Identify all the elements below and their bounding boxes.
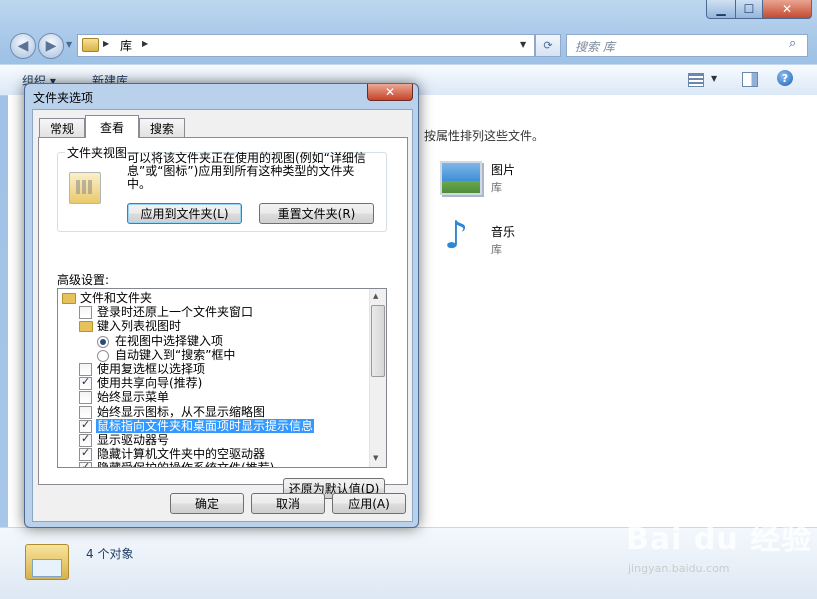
tree-item-label: 始终显示菜单 bbox=[97, 390, 170, 405]
preview-pane-icon[interactable] bbox=[742, 72, 758, 87]
dialog-title: 文件夹选项 bbox=[33, 91, 94, 105]
checkbox[interactable] bbox=[79, 460, 92, 467]
view-tab-panel: 文件夹视图 可以将该文件夹正在使用的视图(例如“详细信息”或“图标”)应用到所有… bbox=[38, 137, 408, 499]
folder-icon bbox=[62, 293, 76, 304]
library-item-music[interactable]: ♪ 音乐 库 bbox=[440, 213, 560, 263]
tree-item-label: 隐藏受保护的操作系统文件(推荐) bbox=[96, 461, 275, 467]
window-controls: ▁ ☐ ✕ bbox=[706, 0, 812, 19]
folder-view-legend: 文件夹视图 bbox=[65, 144, 130, 161]
scroll-up-icon[interactable]: ▲ bbox=[373, 292, 378, 300]
cancel-button[interactable]: 取消 bbox=[251, 493, 325, 514]
checkbox[interactable] bbox=[79, 432, 92, 447]
tree-item-label: 文件和文件夹 bbox=[80, 291, 153, 305]
maximize-button[interactable]: ☐ bbox=[735, 0, 763, 19]
scroll-down-icon[interactable]: ▼ bbox=[373, 454, 378, 462]
checkbox[interactable] bbox=[79, 391, 92, 405]
status-bar: 4 个对象 Bai du 经验 jingyan.baidu.com bbox=[0, 522, 817, 599]
breadcrumb-separator-icon: ▶ bbox=[103, 39, 110, 48]
library-status-icon bbox=[25, 544, 69, 580]
checkbox[interactable] bbox=[79, 446, 92, 462]
back-arrow-icon: ◀ bbox=[17, 38, 29, 54]
forward-button[interactable]: ▶ bbox=[38, 33, 64, 59]
watermark-url: jingyan.baidu.com bbox=[628, 562, 730, 575]
recent-pages-dropdown[interactable]: ▼ bbox=[66, 40, 72, 49]
checkbox[interactable] bbox=[79, 375, 92, 391]
address-bar[interactable]: ▶ 库 ▶ ▼ bbox=[77, 34, 535, 57]
view-dropdown-icon[interactable]: ▼ bbox=[711, 74, 717, 83]
folder-icon bbox=[79, 321, 93, 333]
back-button[interactable]: ◀ bbox=[10, 33, 36, 59]
tree-item-label: 鼠标指向文件夹和桌面项时显示提示信息 bbox=[96, 418, 315, 433]
forward-arrow-icon: ▶ bbox=[45, 38, 57, 54]
tab-view[interactable]: 查看 bbox=[85, 115, 139, 138]
folder-view-icon-grid bbox=[76, 180, 94, 194]
close-icon: ✕ bbox=[384, 85, 396, 99]
checkbox[interactable] bbox=[79, 405, 92, 419]
refresh-button[interactable]: ⟳ bbox=[535, 34, 561, 57]
close-button[interactable]: ✕ bbox=[762, 0, 812, 19]
minimize-button[interactable]: ▁ bbox=[706, 0, 736, 19]
dialog-close-button[interactable]: ✕ bbox=[367, 84, 413, 101]
radio-button[interactable] bbox=[97, 335, 109, 348]
tree-item-label: 始终显示图标，从不显示缩略图 bbox=[97, 404, 266, 419]
tree-item-label: 键入列表视图时 bbox=[97, 319, 182, 334]
folder-view-description: 可以将该文件夹正在使用的视图(例如“详细信息”或“图标”)应用到所有这种类型的文… bbox=[127, 151, 366, 191]
tree-item-label: 自动键入到“搜索”框中 bbox=[115, 347, 236, 362]
help-icon[interactable]: ? bbox=[777, 70, 793, 86]
reset-folders-button[interactable]: 重置文件夹(R) bbox=[259, 203, 374, 224]
search-box[interactable]: 搜索 库 ⌕ bbox=[566, 34, 808, 57]
music-icon: ♪ bbox=[444, 213, 469, 257]
object-count: 4 个对象 bbox=[86, 547, 134, 561]
checkbox[interactable] bbox=[79, 306, 92, 320]
breadcrumb-chevron-icon[interactable]: ▶ bbox=[142, 39, 148, 48]
tree-scrollbar[interactable]: ▲ ▼ bbox=[369, 289, 386, 467]
tree-item-label: 使用复选框以选择项 bbox=[97, 362, 206, 376]
library-type: 库 bbox=[491, 243, 502, 256]
library-name: 图片 bbox=[491, 163, 516, 177]
search-icon[interactable]: ⌕ bbox=[789, 36, 796, 51]
library-name: 音乐 bbox=[491, 225, 516, 239]
radio-button[interactable] bbox=[97, 349, 109, 362]
folder-options-dialog: 文件夹选项 ✕ 常规 查看 搜索 文件夹视图 可以将该文件夹正在使用的视图(例如… bbox=[24, 83, 419, 528]
ok-button[interactable]: 确定 bbox=[170, 493, 244, 514]
library-item-pictures[interactable]: 图片 库 bbox=[440, 161, 560, 207]
apply-to-folders-button[interactable]: 应用到文件夹(L) bbox=[127, 203, 242, 224]
dialog-body: 常规 查看 搜索 文件夹视图 可以将该文件夹正在使用的视图(例如“详细信息”或“… bbox=[32, 109, 413, 522]
checkbox[interactable] bbox=[79, 418, 92, 433]
breadcrumb-library[interactable]: 库 bbox=[120, 37, 132, 54]
tab-search[interactable]: 搜索 bbox=[139, 118, 185, 138]
library-type: 库 bbox=[491, 181, 502, 194]
advanced-settings-label: 高级设置: bbox=[57, 273, 110, 287]
apply-button[interactable]: 应用(A) bbox=[332, 493, 406, 514]
refresh-icon: ⟳ bbox=[543, 39, 553, 52]
watermark-logo: Bai du 经验 bbox=[626, 522, 813, 557]
library-folder-icon bbox=[82, 38, 99, 52]
address-dropdown-icon[interactable]: ▼ bbox=[520, 40, 526, 49]
tree-item-label: 使用共享向导(推荐) bbox=[97, 376, 203, 391]
tree-item-label: 隐藏计算机文件夹中的空驱动器 bbox=[97, 447, 266, 462]
tab-general[interactable]: 常规 bbox=[39, 118, 85, 138]
search-input[interactable]: 搜索 库 bbox=[575, 38, 615, 55]
scroll-thumb[interactable] bbox=[371, 305, 385, 377]
tree-item-label: 显示驱动器号 bbox=[97, 433, 170, 447]
tree-item-label: 在视图中选择键入项 bbox=[115, 333, 224, 348]
view-options-icon[interactable] bbox=[688, 73, 704, 87]
checkbox[interactable] bbox=[79, 363, 92, 376]
pictures-icon bbox=[440, 161, 482, 195]
folder-view-icon bbox=[69, 172, 101, 204]
advanced-settings-tree[interactable]: 文件和文件夹 登录时还原上一个文件夹窗口 键入列表视图时 在视图中选择键入项 自动键入到… bbox=[57, 288, 387, 468]
tree-item-label: 登录时还原上一个文件夹窗口 bbox=[97, 305, 254, 320]
library-status-icon-inner bbox=[32, 559, 62, 577]
arrange-hint: 按属性排列这些文件。 bbox=[424, 129, 545, 143]
